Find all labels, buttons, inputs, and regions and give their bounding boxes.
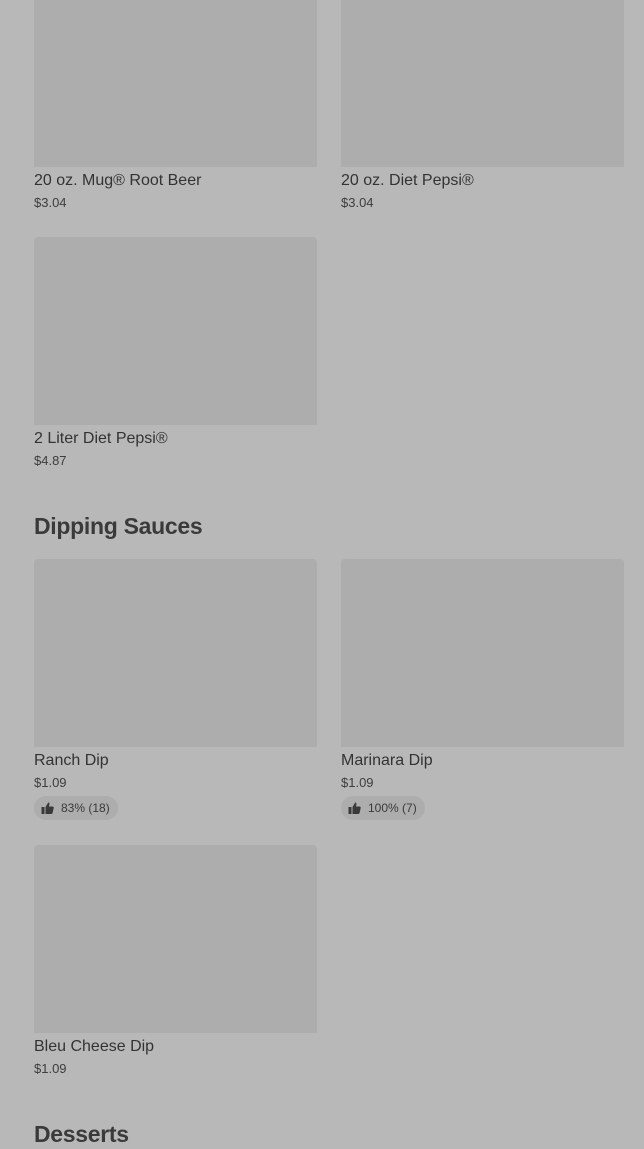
item-name: Marinara Dip xyxy=(341,752,433,769)
thumbs-up-icon xyxy=(41,802,54,814)
item-image[interactable] xyxy=(341,0,624,167)
item-image[interactable] xyxy=(34,559,317,747)
item-image[interactable] xyxy=(34,845,317,1033)
rating-text: 100% (7) xyxy=(368,801,417,815)
rating-text: 83% (18) xyxy=(61,801,110,815)
item-price: $1.09 xyxy=(34,1061,67,1076)
item-image[interactable] xyxy=(34,237,317,425)
menu-item-card[interactable]: Ranch Dip $1.09 83% (18) xyxy=(34,559,317,820)
item-name: Bleu Cheese Dip xyxy=(34,1038,155,1055)
item-price: $1.09 xyxy=(34,775,67,790)
menu-item-card[interactable]: 2 Liter Diet Pepsi® $4.87 xyxy=(34,237,317,468)
item-name: Ranch Dip xyxy=(34,752,109,769)
menu-item-card[interactable]: 20 oz. Mug® Root Beer $3.04 xyxy=(34,0,317,210)
item-image[interactable] xyxy=(34,0,317,167)
item-price: $4.87 xyxy=(34,453,67,468)
thumbs-up-icon xyxy=(348,802,361,814)
menu-item-card[interactable]: Bleu Cheese Dip $1.09 xyxy=(34,845,317,1076)
menu-item-card[interactable]: Marinara Dip $1.09 100% (7) xyxy=(341,559,624,820)
rating-badge: 100% (7) xyxy=(341,796,425,820)
item-price: $3.04 xyxy=(341,195,374,210)
item-price: $3.04 xyxy=(34,195,67,210)
item-image[interactable] xyxy=(341,559,624,747)
menu-item-card[interactable]: 20 oz. Diet Pepsi® $3.04 xyxy=(341,0,624,210)
section-title-dipping-sauces: Dipping Sauces xyxy=(34,513,203,539)
item-name: 20 oz. Mug® Root Beer xyxy=(34,172,202,189)
item-name: 2 Liter Diet Pepsi® xyxy=(34,430,168,447)
rating-badge: 83% (18) xyxy=(34,796,118,820)
menu-page: 20 oz. Mug® Root Beer $3.04 20 oz. Diet … xyxy=(0,0,644,1149)
section-title-desserts: Desserts xyxy=(34,1121,129,1147)
item-price: $1.09 xyxy=(341,775,374,790)
item-name: 20 oz. Diet Pepsi® xyxy=(341,172,474,189)
